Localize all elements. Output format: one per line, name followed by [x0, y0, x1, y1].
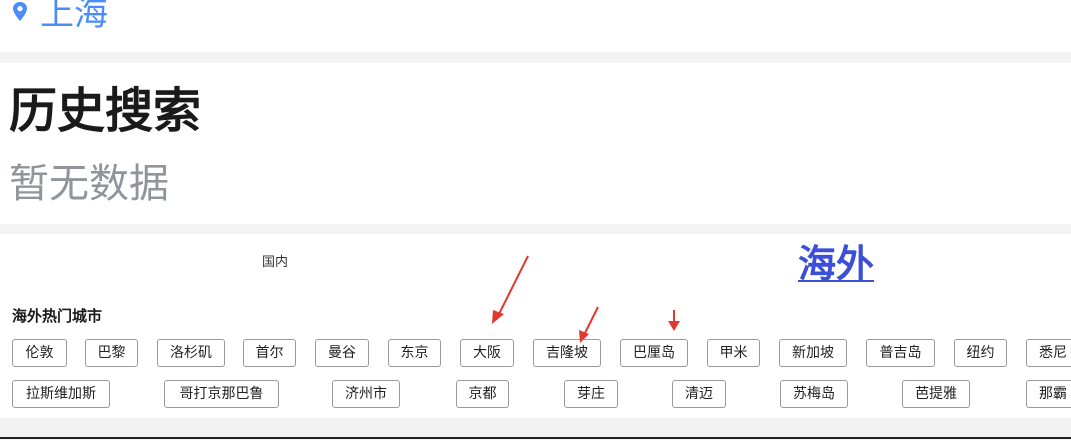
location-pin-icon [11, 1, 29, 23]
city-chip[interactable]: 伦敦 [12, 339, 67, 367]
annotation-arrow-icon [668, 310, 680, 331]
tab-overseas[interactable]: 海外 [798, 240, 874, 288]
city-chip[interactable]: 苏梅岛 [780, 380, 848, 408]
city-chip[interactable]: 曼谷 [315, 339, 369, 367]
annotation-arrow-icon [492, 255, 529, 324]
city-chip[interactable]: 京都 [456, 380, 509, 408]
city-chip[interactable]: 清迈 [672, 380, 726, 408]
city-chip[interactable]: 巴厘岛 [620, 339, 688, 367]
hot-cities-title: 海外热门城市 [12, 307, 103, 325]
history-title: 历史搜索 [9, 83, 202, 139]
city-chip[interactable]: 甲米 [707, 339, 760, 367]
location-bar[interactable]: 上海 [0, 0, 1071, 52]
annotation-arrow-icon [579, 306, 599, 343]
city-chip[interactable]: 大阪 [460, 339, 514, 367]
city-chip[interactable]: 悉尼 [1026, 339, 1071, 367]
city-chip[interactable]: 芭提雅 [902, 380, 970, 408]
city-chip[interactable]: 芽庄 [564, 380, 618, 408]
city-chip[interactable]: 济州市 [332, 380, 400, 408]
city-chip[interactable]: 拉斯维加斯 [12, 380, 110, 408]
city-chip[interactable]: 普吉岛 [866, 339, 935, 367]
current-city[interactable]: 上海 [40, 0, 108, 40]
city-chip[interactable]: 新加坡 [779, 339, 847, 367]
city-chip[interactable]: 巴黎 [85, 339, 138, 367]
tab-domestic[interactable]: 国内 [262, 251, 288, 270]
section-divider [0, 52, 1071, 63]
section-divider [0, 224, 1071, 234]
city-chip[interactable]: 哥打京那巴鲁 [164, 380, 279, 408]
city-chip[interactable]: 纽约 [954, 339, 1007, 367]
city-chip[interactable]: 那霸 [1026, 380, 1071, 408]
city-chip[interactable]: 首尔 [243, 339, 296, 367]
history-empty-text: 暂无数据 [9, 161, 169, 207]
city-chip[interactable]: 洛杉矶 [157, 339, 225, 367]
hot-cities-row-1: 伦敦 巴黎 洛杉矶 首尔 曼谷 东京 大阪 吉隆坡 巴厘岛 甲米 新加坡 普吉岛… [0, 339, 1071, 369]
bottom-divider [0, 437, 1071, 439]
city-chip[interactable]: 东京 [388, 339, 441, 367]
hot-cities-row-2: 拉斯维加斯 哥打京那巴鲁 济州市 京都 芽庄 清迈 苏梅岛 芭提雅 那霸 [0, 380, 1071, 410]
